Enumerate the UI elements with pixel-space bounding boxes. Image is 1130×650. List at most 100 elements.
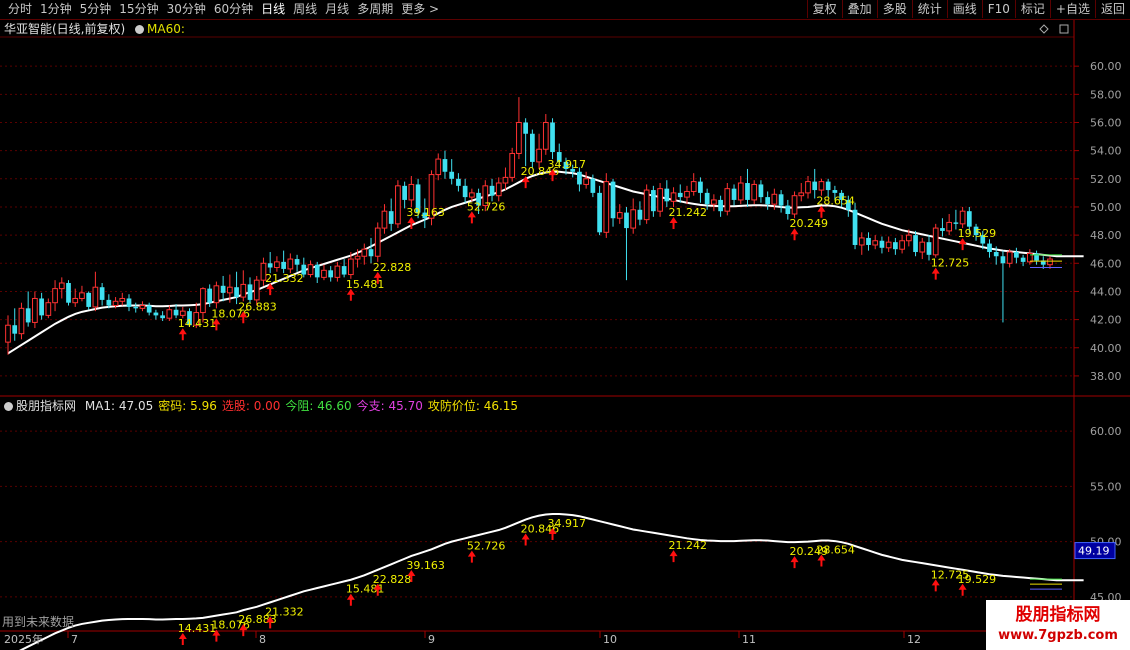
candle-body: [139, 305, 146, 309]
square-icon: [1059, 24, 1069, 34]
candle-body: [267, 263, 273, 268]
candle-body: [872, 240, 879, 246]
candle-body: [1047, 258, 1053, 266]
candle-body: [462, 185, 468, 198]
candle-body: [778, 194, 784, 206]
candle-body: [737, 182, 744, 201]
candle-body: [812, 181, 818, 191]
candle-body: [711, 199, 717, 205]
current-value-label: 49.19: [1078, 545, 1110, 558]
main-y-tick-label-3: 44.00: [1090, 285, 1122, 298]
signal-label-main-3: 21.332: [265, 272, 304, 285]
candle-body: [1014, 252, 1019, 258]
main-y-tick-label-7: 52.00: [1090, 173, 1122, 186]
candle-body: [247, 284, 253, 300]
candle-body: [798, 192, 805, 197]
candle-body: [905, 234, 912, 242]
candle-body: [381, 210, 388, 229]
candle-body: [704, 192, 710, 205]
candle-body: [690, 181, 697, 192]
candle-body: [126, 298, 132, 307]
signal-label-main-5: 22.828: [373, 261, 412, 274]
candle-body: [200, 288, 206, 314]
candle-body: [818, 181, 825, 191]
candle-body: [502, 176, 509, 184]
signal-label-main-7: 52.726: [467, 200, 506, 213]
candle-body: [536, 148, 542, 163]
watermark-url: www.7gpzb.com: [998, 628, 1118, 643]
candle-body: [39, 298, 44, 316]
signal-label-main-13: 12.725: [931, 257, 970, 270]
signal-label-ind-10: 21.242: [669, 539, 708, 552]
candle-body: [624, 212, 629, 229]
signal-label-main-10: 21.242: [669, 206, 708, 219]
stock-chart: 14.43114.43118.07618.07626.88326.88321.3…: [0, 20, 1130, 650]
candle-body: [603, 181, 610, 233]
candle-body: [99, 287, 105, 300]
main-y-tick-label-4: 46.00: [1090, 257, 1122, 270]
candle-body: [597, 192, 602, 233]
main-y-tick-label-8: 54.00: [1090, 145, 1122, 158]
main-y-tick-label-2: 42.00: [1090, 314, 1122, 327]
site-watermark: 股朋指标网 www.7gpzb.com: [986, 600, 1130, 650]
candle-body: [153, 312, 159, 316]
candle-body: [368, 249, 374, 257]
signal-label-main-11: 20.249: [790, 217, 829, 230]
candle-body: [643, 189, 650, 221]
candle-body: [435, 158, 442, 176]
main-y-tick-label-0: 38.00: [1090, 370, 1122, 383]
candle-body: [179, 310, 186, 316]
candle-body: [86, 292, 92, 307]
candle-body: [52, 288, 58, 304]
signal-label-ind-9: 34.917: [548, 517, 587, 530]
candle-body: [724, 188, 731, 212]
candle-body: [657, 188, 663, 212]
candle-body: [664, 188, 670, 202]
candle-body: [731, 188, 737, 200]
candle-body: [133, 306, 139, 309]
candle-body: [341, 266, 347, 275]
main-y-tick-label-10: 58.00: [1090, 88, 1122, 101]
candle-body: [234, 287, 239, 298]
candle-body: [745, 183, 750, 200]
x-tick-label-5: 11: [742, 633, 756, 646]
candle-body: [45, 302, 52, 316]
candle-body: [314, 264, 320, 278]
candle-body: [577, 171, 582, 185]
candle-body: [932, 227, 939, 256]
candle-body: [550, 122, 555, 153]
candle-body: [583, 178, 589, 185]
future-data-note: 用到未来数据: [2, 615, 75, 629]
candle-body: [92, 286, 99, 308]
candle-body: [919, 241, 926, 253]
candle-body: [166, 309, 173, 319]
candle-body: [785, 205, 791, 214]
candle-body: [852, 209, 858, 245]
candle-body: [523, 122, 528, 134]
candle-body: [516, 121, 522, 154]
candle-body: [1000, 256, 1006, 264]
candle-body: [240, 283, 247, 298]
candle-body: [610, 181, 616, 219]
candle-body: [18, 307, 25, 335]
watermark-title: 股朋指标网: [1015, 605, 1101, 625]
candle-body: [718, 199, 723, 212]
candle-body: [670, 192, 677, 202]
candle-body: [347, 258, 354, 276]
candle-body: [590, 178, 596, 193]
x-tick-label-1: 7: [71, 633, 78, 646]
candle-body: [5, 324, 11, 343]
signal-label-ind-7: 52.726: [467, 540, 506, 553]
candle-body: [489, 185, 495, 196]
x-tick-label-2: 8: [259, 633, 266, 646]
candle-body: [893, 242, 898, 250]
candle-body: [146, 305, 152, 313]
candle-body: [12, 325, 18, 334]
candle-body: [469, 192, 475, 198]
signal-label-ind-12: 28.654: [816, 544, 855, 557]
main-y-tick-label-9: 56.00: [1090, 116, 1122, 129]
candle-body: [1006, 251, 1013, 264]
candle-body: [913, 235, 918, 253]
candle-body: [542, 121, 549, 150]
candle-body: [765, 197, 771, 205]
